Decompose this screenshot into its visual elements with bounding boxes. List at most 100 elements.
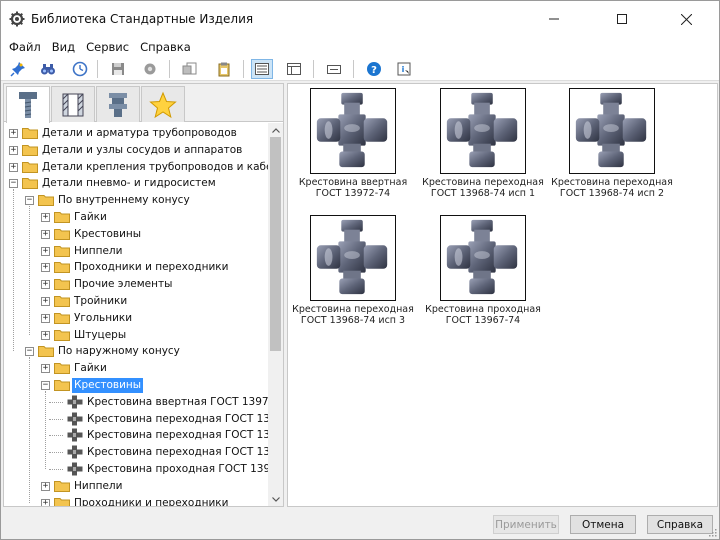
item-thumbnail[interactable]: [310, 215, 396, 301]
tree-item-folder[interactable]: − По внутреннему конусу: [4, 192, 268, 209]
list-view-icon: [287, 63, 301, 75]
minimize-button[interactable]: [531, 1, 577, 37]
tree-item-folder[interactable]: − Детали пневмо- и гидросистем: [4, 175, 268, 192]
expand-icon[interactable]: +: [41, 330, 50, 340]
item-caption: Крестовина переходная ГОСТ 13968-74 исп 1: [418, 177, 548, 199]
menu-help[interactable]: Справка: [140, 40, 191, 54]
tab-favorites[interactable]: [141, 86, 185, 122]
item-thumbnail[interactable]: [440, 88, 526, 174]
tree-item-folder[interactable]: + Ниппели: [4, 478, 268, 495]
fitting-icon: [109, 92, 127, 117]
properties-button[interactable]: [213, 59, 235, 79]
tab-bearings[interactable]: [51, 86, 95, 122]
catalog-item[interactable]: Крестовина переходная ГОСТ 13968-74 исп 1: [418, 84, 546, 212]
item-caption: Крестовина ввертная ГОСТ 13972-74: [288, 177, 418, 199]
pin-button[interactable]: [7, 59, 29, 79]
expand-icon[interactable]: +: [41, 364, 50, 374]
scroll-up-arrow[interactable]: [268, 123, 283, 137]
help-dialog-button[interactable]: Справка: [647, 515, 713, 534]
tree-item-folder[interactable]: + Угольники: [4, 310, 268, 327]
tab-fittings[interactable]: [96, 86, 140, 122]
context-help-button[interactable]: i: [393, 59, 415, 79]
cross-fitting-icon: [67, 395, 83, 409]
expand-icon[interactable]: +: [41, 280, 50, 290]
tree-item-part[interactable]: Крестовина переходная ГОСТ 139...: [4, 427, 268, 444]
view-table-button[interactable]: [323, 59, 345, 79]
tree-item-folder[interactable]: + Ниппели: [4, 243, 268, 260]
save-button[interactable]: [107, 59, 129, 79]
tree-item-folder[interactable]: − По наружному конусу: [4, 343, 268, 360]
item-thumbnail[interactable]: [440, 215, 526, 301]
view-thumbnails-button[interactable]: [251, 59, 273, 79]
history-button[interactable]: [69, 59, 91, 79]
folder-icon: [54, 245, 70, 257]
tree-item-folder[interactable]: + Детали и арматура трубопроводов: [4, 125, 268, 142]
view-list-button[interactable]: [283, 59, 305, 79]
expand-icon[interactable]: +: [41, 498, 50, 506]
tree-item-folder[interactable]: + Проходники и переходники: [4, 259, 268, 276]
tree-item-part[interactable]: Крестовина переходная ГОСТ 139...: [4, 411, 268, 428]
find-button[interactable]: [37, 59, 59, 79]
tree-item-folder[interactable]: + Детали крепления трубопроводов и кабеле…: [4, 159, 268, 176]
tree-item-folder[interactable]: + Прочие элементы: [4, 276, 268, 293]
collapse-icon[interactable]: −: [25, 347, 34, 357]
tree-item-folder[interactable]: + Гайки: [4, 360, 268, 377]
cancel-button[interactable]: Отмена: [570, 515, 636, 534]
help-icon: ?: [367, 62, 381, 76]
tree-connector: [49, 418, 63, 420]
expand-icon[interactable]: +: [41, 229, 50, 239]
tree-scrollbar[interactable]: [268, 123, 283, 506]
tree-item-label: Детали и арматура трубопроводов: [42, 127, 237, 139]
scroll-down-arrow[interactable]: [268, 492, 283, 506]
expand-icon[interactable]: +: [41, 246, 50, 256]
scroll-thumb[interactable]: [270, 137, 281, 351]
collapse-icon[interactable]: −: [9, 179, 18, 189]
insert-button[interactable]: [179, 59, 201, 79]
tree-item-folder[interactable]: + Детали и узлы сосудов и аппаратов: [4, 142, 268, 159]
collapse-icon[interactable]: −: [25, 196, 34, 206]
details-button[interactable]: [139, 59, 161, 79]
apply-button[interactable]: Применить: [493, 515, 559, 534]
resize-grip-icon[interactable]: [707, 527, 717, 537]
item-thumbnail[interactable]: [569, 88, 655, 174]
expand-icon[interactable]: +: [41, 213, 50, 222]
tree-item-folder[interactable]: + Проходники и переходники: [4, 495, 268, 506]
tree-item-folder[interactable]: − Крестовины: [4, 377, 268, 394]
close-icon: [680, 13, 692, 25]
tree-item-folder[interactable]: + Крестовины: [4, 226, 268, 243]
bearing-section-icon: [62, 93, 84, 116]
close-button[interactable]: [663, 1, 709, 37]
expand-icon[interactable]: +: [41, 481, 50, 491]
catalog-item[interactable]: Крестовина переходная ГОСТ 13968-74 исп 3: [288, 211, 416, 339]
expand-icon[interactable]: +: [41, 263, 50, 273]
collapse-icon[interactable]: −: [41, 381, 50, 390]
expand-icon[interactable]: +: [41, 313, 50, 323]
tree-item-label: Крестовина переходная ГОСТ 139...: [87, 429, 268, 442]
catalog-panel: + Детали и арматура трубопроводов + Детали …: [3, 83, 284, 507]
app-window: Библиотека Стандартные Изделия Файл Вид …: [0, 0, 720, 540]
menu-view[interactable]: Вид: [52, 40, 75, 54]
tree-item-label: По внутреннему конусу: [58, 194, 190, 207]
tab-bolts[interactable]: [6, 86, 50, 123]
expand-icon[interactable]: +: [41, 297, 50, 306]
maximize-button[interactable]: [599, 1, 645, 37]
help-button[interactable]: ?: [363, 59, 385, 79]
tree-item-part[interactable]: Крестовина ввертная ГОСТ 13972...: [4, 394, 268, 411]
menu-file[interactable]: Файл: [9, 40, 41, 54]
binoculars-icon: [41, 64, 55, 75]
menu-service[interactable]: Сервис: [86, 40, 129, 54]
catalog-item[interactable]: Крестовина проходная ГОСТ 13967-74: [418, 211, 546, 339]
tree-item-part[interactable]: Крестовина проходная ГОСТ 1395...: [4, 461, 268, 478]
catalog-item[interactable]: Крестовина переходная ГОСТ 13968-74 исп 2: [547, 84, 675, 212]
tree-item-folder[interactable]: + Штуцеры: [4, 327, 268, 344]
expand-icon[interactable]: +: [9, 145, 18, 155]
tree-item-folder[interactable]: + Тройники: [4, 293, 268, 310]
expand-icon[interactable]: +: [9, 162, 18, 172]
item-thumbnail[interactable]: [310, 88, 396, 174]
table-view-icon: [327, 65, 341, 74]
catalog-item[interactable]: Крестовина ввертная ГОСТ 13972-74: [288, 84, 416, 212]
catalog-tree: + Детали и арматура трубопроводов + Детали …: [4, 123, 268, 506]
expand-icon[interactable]: +: [9, 129, 18, 138]
tree-item-folder[interactable]: + Гайки: [4, 209, 268, 226]
tree-item-part[interactable]: Крестовина переходная ГОСТ 139...: [4, 444, 268, 461]
